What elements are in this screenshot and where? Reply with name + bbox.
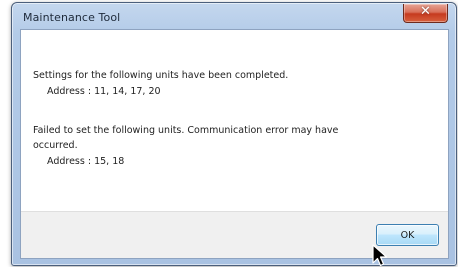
mouse-pointer-icon — [372, 244, 388, 267]
success-address: Address : 11, 14, 17, 20 — [47, 86, 161, 97]
dialog-title: Maintenance Tool — [23, 11, 121, 24]
close-button[interactable]: ✕ — [403, 4, 448, 23]
success-message: Settings for the following units have be… — [33, 70, 289, 81]
failure-address: Address : 15, 18 — [47, 156, 125, 167]
failure-message-line-1: Failed to set the following units. Commu… — [33, 125, 339, 136]
dialog-content: Settings for the following units have be… — [20, 29, 449, 259]
title-bar[interactable]: Maintenance Tool ✕ — [12, 3, 456, 29]
failure-message-line-2: occurred. — [33, 140, 78, 151]
close-icon: ✕ — [420, 4, 431, 19]
dialog-window: Maintenance Tool ✕ Settings for the foll… — [11, 2, 457, 266]
